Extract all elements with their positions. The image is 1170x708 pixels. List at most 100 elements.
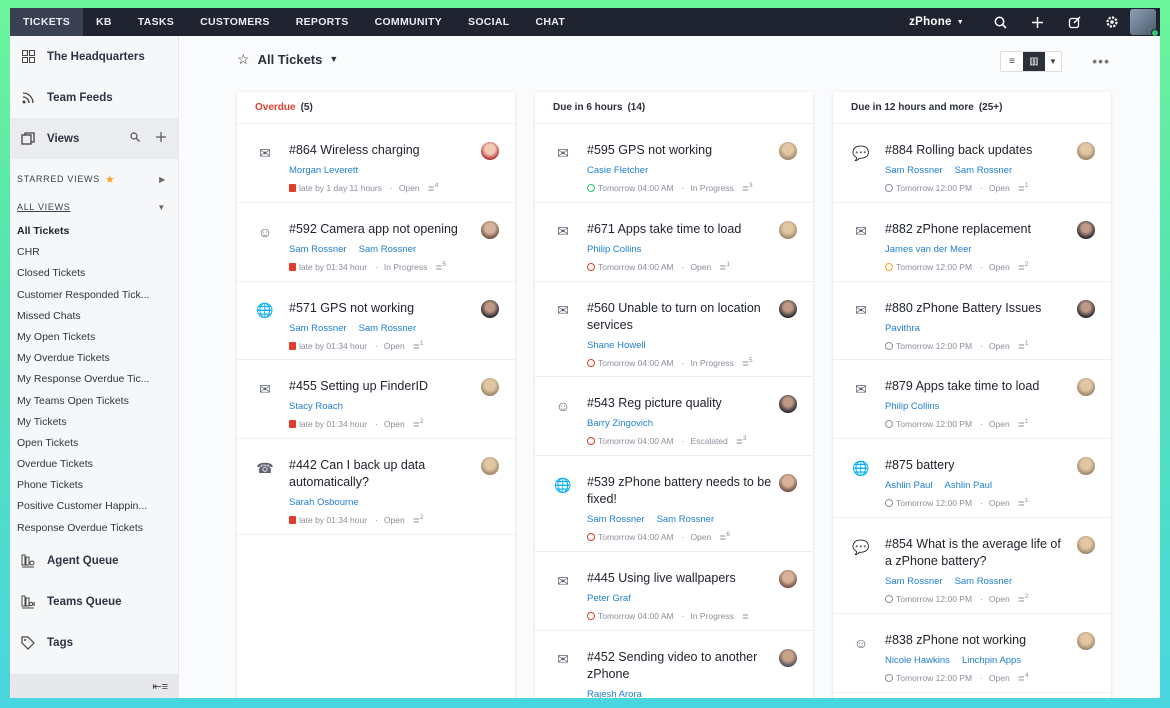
assignee-avatar[interactable] (481, 299, 499, 318)
assignee-avatar[interactable] (779, 648, 797, 667)
collapse-sidebar-icon[interactable]: ⇤≡ (10, 674, 178, 698)
sidebar-view-item[interactable]: Response Overdue Tickets (10, 518, 160, 539)
nav-tab-reports[interactable]: REPORTS (283, 8, 362, 36)
sidebar-view-item[interactable]: Missed Chats (10, 306, 160, 327)
ticket-subject[interactable]: #875 battery (885, 457, 1071, 474)
contact-link[interactable]: Morgan Leverett (289, 165, 358, 176)
ticket-subject[interactable]: #882 zPhone replacement (885, 221, 1071, 238)
assignee-avatar[interactable] (779, 395, 797, 414)
ticket-subject[interactable]: #452 Sending video to another zPhone (587, 649, 773, 683)
ticket-card[interactable]: ✉ #880 zPhone Battery Issues Pavithra Tomor… (833, 282, 1111, 361)
ticket-card[interactable]: ✉ #452 Sending video to another zPhone Raj… (535, 631, 813, 698)
contact-link[interactable]: James van der Meer (885, 244, 972, 255)
assignee-avatar[interactable] (779, 570, 797, 589)
contact-link[interactable]: Rajesh Arora (587, 689, 642, 698)
ticket-subject[interactable]: #884 Rolling back updates (885, 142, 1071, 159)
ticket-card[interactable]: ✉ #445 Using live wallpapers Peter Graf Tom… (535, 552, 813, 631)
ticket-card[interactable]: ✉ #455 Setting up FinderID Stacy Roach late… (237, 360, 515, 440)
ticket-subject[interactable]: #571 GPS not working (289, 300, 475, 317)
sidebar-view-item[interactable]: Open Tickets (10, 433, 160, 454)
ticket-subject[interactable]: #445 Using live wallpapers (587, 570, 773, 587)
chevron-down-icon[interactable]: ▼ (329, 54, 338, 64)
star-outline-icon[interactable]: ☆ (237, 51, 250, 68)
contact-link[interactable]: Nicole Hawkins (885, 655, 950, 666)
contact-link[interactable]: Peter Graf (587, 593, 631, 604)
contact-link[interactable]: Philip Collins (587, 244, 641, 255)
sidebar-item-tags[interactable]: Tags (10, 623, 178, 664)
ticket-subject[interactable]: #864 Wireless charging (289, 142, 475, 159)
ticket-card[interactable]: ✉ #671 Apps take time to load Philip Colli… (535, 203, 813, 282)
ticket-subject[interactable]: #854 What is the average life of a zPhon… (885, 536, 1071, 570)
sidebar-item-headquarters[interactable]: The Headquarters (10, 36, 178, 77)
assignee-avatar[interactable] (779, 299, 797, 318)
contact-link[interactable]: Sam Rossner (587, 514, 645, 525)
add-view-icon[interactable] (156, 132, 166, 145)
assignee-avatar[interactable] (1077, 220, 1095, 239)
ticket-subject[interactable]: #880 zPhone Battery Issues (885, 300, 1071, 317)
contact-link[interactable]: Shane Howell (587, 340, 646, 351)
contact-link[interactable]: Sam Rossner (955, 576, 1013, 587)
sidebar-view-item[interactable]: My Open Tickets (10, 327, 160, 348)
more-options-icon[interactable]: ••• (1092, 53, 1110, 69)
assignee-avatar[interactable] (1077, 631, 1095, 650)
assignee-avatar[interactable] (1077, 299, 1095, 318)
sidebar-view-item[interactable]: CHR (10, 242, 160, 263)
portal-switcher[interactable]: zPhone ▼ (909, 16, 982, 28)
kanban-view-icon[interactable]: ▥ (1023, 52, 1045, 71)
views-search-icon[interactable] (130, 132, 140, 145)
search-icon[interactable] (982, 8, 1019, 36)
assignee-avatar[interactable] (481, 457, 499, 476)
assignee-avatar[interactable] (779, 474, 797, 493)
ticket-subject[interactable]: #595 GPS not working (587, 142, 773, 159)
sidebar-view-item[interactable]: All Tickets (10, 221, 160, 242)
assignee-avatar[interactable] (1077, 536, 1095, 555)
assignee-avatar[interactable] (481, 378, 499, 397)
chevron-down-icon[interactable]: ▼ (1045, 52, 1061, 71)
sidebar-view-item[interactable]: My Tickets (10, 412, 160, 433)
compose-icon[interactable] (1056, 8, 1093, 36)
ticket-card[interactable]: ✉ #879 Apps take time to load Philip Colli… (833, 360, 1111, 440)
contact-link[interactable]: Stacy Roach (289, 401, 343, 412)
assignee-avatar[interactable] (1077, 378, 1095, 397)
ticket-subject[interactable]: #455 Setting up FinderID (289, 378, 475, 395)
sidebar-view-item[interactable]: Customer Responded Tick... (10, 285, 160, 306)
contact-link[interactable]: Sam Rossner (885, 576, 943, 587)
nav-tab-tasks[interactable]: TASKS (125, 8, 187, 36)
ticket-card[interactable]: ✉ #595 GPS not working Casie Fletcher Tomor… (535, 124, 813, 203)
ticket-subject[interactable]: #442 Can I back up data automatically? (289, 457, 475, 491)
contact-link[interactable]: Sam Rossner (289, 323, 347, 334)
sidebar-item-views[interactable]: Views (10, 118, 178, 159)
contact-link[interactable]: Sam Rossner (359, 244, 417, 255)
contact-link[interactable]: Casie Fletcher (587, 165, 648, 176)
sidebar-view-item[interactable]: Phone Tickets (10, 475, 160, 496)
nav-tab-tickets[interactable]: TICKETS (10, 8, 84, 36)
assignee-avatar[interactable] (1077, 142, 1095, 160)
ticket-card[interactable]: ✉ #560 Unable to turn on location service… (535, 282, 813, 378)
ticket-card[interactable]: ☎ #442 Can I back up data automatically? S… (237, 439, 515, 536)
ticket-subject[interactable]: #838 zPhone not working (885, 632, 1071, 649)
contact-link[interactable]: Philip Collins (885, 401, 939, 412)
assignee-avatar[interactable] (481, 142, 499, 160)
sidebar-item-team-feeds[interactable]: Team Feeds (10, 77, 178, 118)
ticket-card[interactable]: ☺ #838 zPhone not working Nicole Hawkins Li… (833, 614, 1111, 693)
ticket-card[interactable]: ☺ #543 Reg picture quality Barry Zingovich… (535, 377, 813, 457)
assignee-avatar[interactable] (779, 220, 797, 239)
ticket-card[interactable]: 💬 #854 What is the average life of a zPho… (833, 518, 1111, 614)
nav-tab-kb[interactable]: KB (83, 8, 125, 36)
ticket-subject[interactable]: #879 Apps take time to load (885, 378, 1071, 395)
sidebar-view-item[interactable]: My Response Overdue Tic... (10, 369, 160, 390)
contact-link[interactable]: Sam Rossner (289, 244, 347, 255)
list-view-icon[interactable]: ≡ (1001, 52, 1023, 71)
ticket-subject[interactable]: #592 Camera app not opening (289, 221, 475, 238)
contact-link[interactable]: Ashlin Paul (945, 480, 993, 491)
starred-views-toggle[interactable]: STARRED VIEWS ★ ▶ (10, 165, 178, 193)
assignee-avatar[interactable] (1077, 457, 1095, 476)
sidebar-view-item[interactable]: Overdue Tickets (10, 454, 160, 475)
nav-tab-customers[interactable]: CUSTOMERS (187, 8, 283, 36)
nav-tab-chat[interactable]: CHAT (523, 8, 579, 36)
nav-tab-community[interactable]: COMMUNITY (362, 8, 455, 36)
ticket-subject[interactable]: #543 Reg picture quality (587, 395, 773, 412)
sidebar-view-item[interactable]: My Teams Open Tickets (10, 391, 160, 412)
gear-icon[interactable] (1093, 8, 1130, 36)
ticket-card[interactable]: 🌐 #875 battery Ashlin Paul Ashlin Paul Tomor… (833, 439, 1111, 519)
